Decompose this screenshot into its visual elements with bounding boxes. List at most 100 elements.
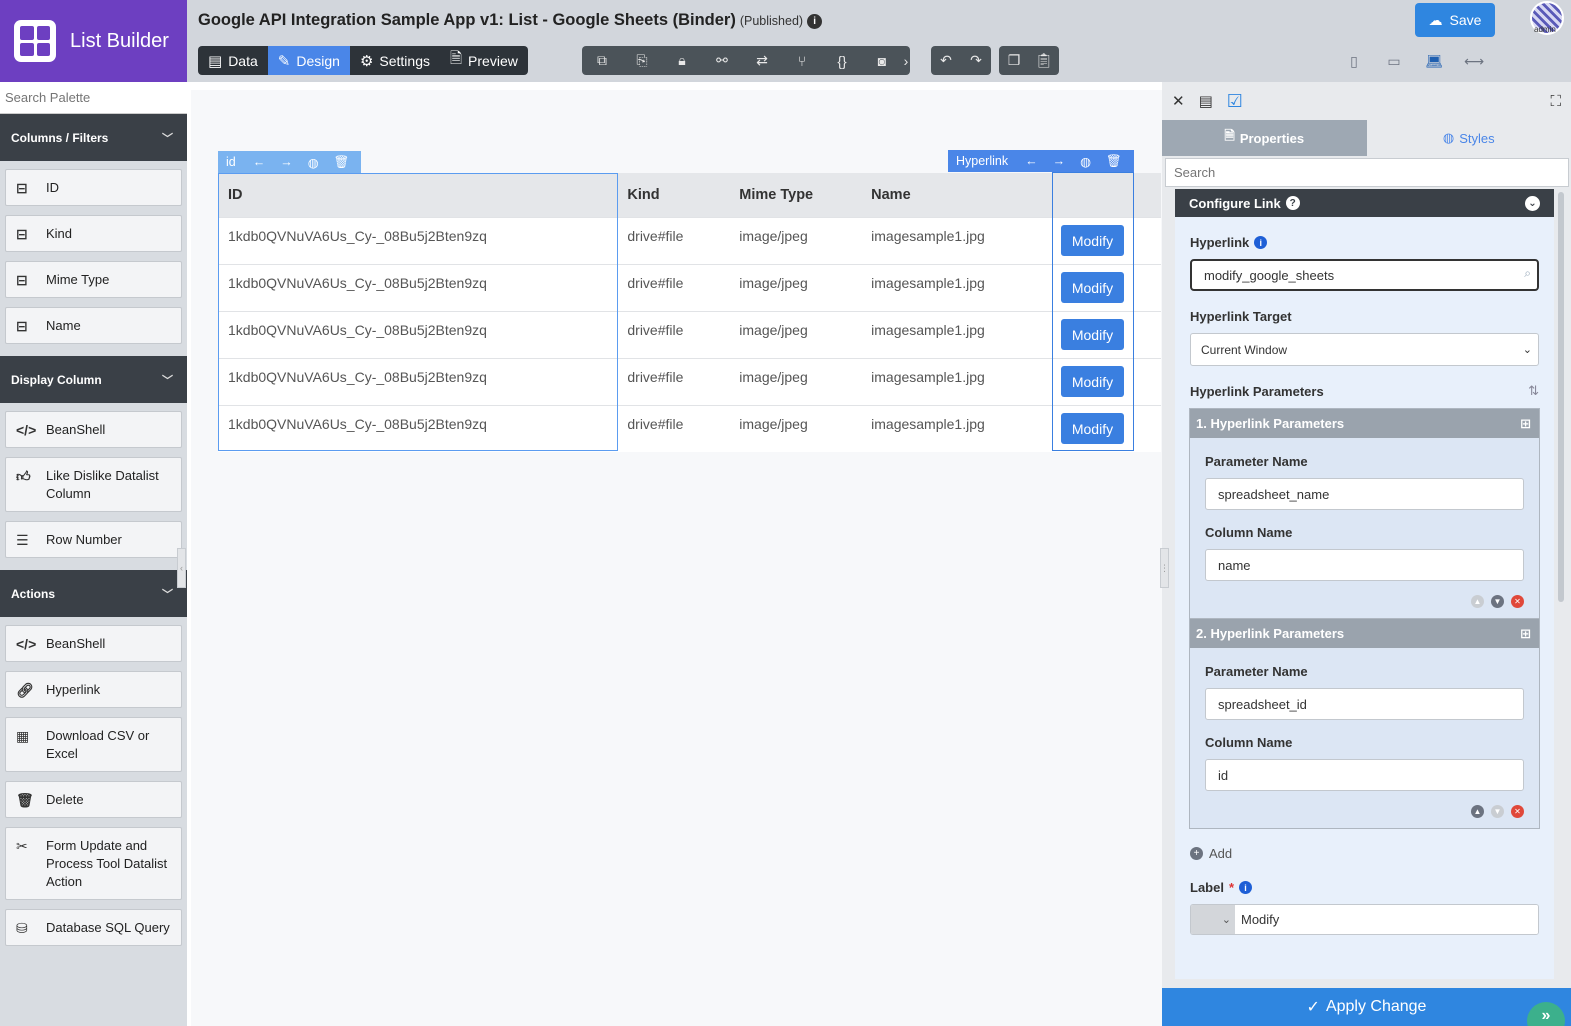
arrow-right-icon[interactable]: → bbox=[280, 155, 293, 169]
remove-icon[interactable]: ✕ bbox=[1511, 805, 1524, 818]
tab-data[interactable]: ▤ Data bbox=[198, 46, 268, 75]
section-display-column[interactable]: Display Column ﹀ bbox=[0, 356, 187, 403]
move-up-icon[interactable]: ▲ bbox=[1471, 805, 1484, 818]
close-icon[interactable]: ✕ bbox=[1172, 92, 1185, 110]
modify-button[interactable]: Modify bbox=[1060, 272, 1124, 303]
palette-icon[interactable]: ◍ bbox=[308, 155, 319, 170]
form-view-icon[interactable]: ▤ bbox=[1199, 92, 1213, 110]
info-icon[interactable]: i bbox=[807, 14, 823, 29]
undo-icon[interactable]: ↶ bbox=[931, 46, 961, 75]
parameter-name-input[interactable] bbox=[1205, 688, 1524, 720]
collapse-icon[interactable]: ⌄ bbox=[1525, 195, 1540, 211]
add-parameter-button[interactable]: + Add bbox=[1190, 846, 1539, 861]
scrollbar[interactable] bbox=[1558, 192, 1564, 602]
palette-item-hyperlink[interactable]: 🔗︎ Hyperlink bbox=[5, 671, 182, 708]
tablet-view-icon[interactable]: ▭ bbox=[1380, 50, 1408, 72]
section-actions[interactable]: Actions ﹀ bbox=[0, 570, 187, 617]
palette-item-name[interactable]: ⊟ Name bbox=[5, 307, 182, 344]
add-row-icon[interactable]: ⊞ bbox=[1520, 416, 1531, 432]
tab-preview[interactable]: 🗎 Preview bbox=[440, 46, 528, 75]
json-export-icon[interactable]: ⎘ bbox=[622, 46, 662, 75]
fullscreen-icon[interactable]: ⛶ bbox=[1550, 93, 1561, 110]
clipboard-toolbar: ❐ 📋︎ bbox=[999, 46, 1059, 75]
braces-icon[interactable]: {} bbox=[822, 46, 862, 75]
phone-view-icon[interactable]: ▯ bbox=[1340, 50, 1368, 72]
camera-icon[interactable]: ◙ bbox=[862, 46, 902, 75]
palette-item-row-number[interactable]: ☰ Row Number bbox=[5, 521, 182, 558]
search-icon[interactable]: ⌕ bbox=[1524, 266, 1531, 281]
full-width-view-icon[interactable]: ⟷ bbox=[1460, 50, 1488, 72]
column-header-kind[interactable]: Kind bbox=[617, 173, 730, 217]
arrow-left-icon[interactable]: ← bbox=[253, 155, 266, 169]
copy-icon[interactable]: ❐ bbox=[999, 46, 1029, 75]
language-dropdown[interactable]: ⌄ bbox=[1191, 905, 1235, 934]
palette-item-download-csv[interactable]: ▦ Download CSV or Excel bbox=[5, 717, 182, 772]
palette-item-delete[interactable]: 🗑︎ Delete bbox=[5, 781, 182, 818]
label-input[interactable] bbox=[1235, 905, 1538, 934]
sort-icon[interactable]: ⇅ bbox=[1528, 383, 1539, 399]
apply-change-button[interactable]: ✓ Apply Change bbox=[1162, 988, 1571, 1026]
palette-item-id[interactable]: ⊟ ID bbox=[5, 169, 182, 206]
trash-icon[interactable]: 🗑︎ bbox=[334, 155, 350, 170]
table-row: 1kdb0QVNuVA6Us_Cy-_08Bu5j2Bten9zq drive#… bbox=[218, 216, 1161, 264]
column-name-input[interactable] bbox=[1205, 759, 1524, 791]
avatar[interactable]: admin bbox=[1530, 1, 1564, 35]
tab-properties[interactable]: 🗎︎ Properties bbox=[1162, 120, 1367, 156]
palette-item-kind[interactable]: ⊟ Kind bbox=[5, 215, 182, 252]
configure-link-header[interactable]: Configure Link? ⌄ bbox=[1175, 189, 1554, 217]
tab-design[interactable]: ✎ Design bbox=[267, 46, 350, 75]
cell-mime-type: image/jpeg bbox=[729, 357, 862, 405]
parameter-name-input[interactable] bbox=[1205, 478, 1524, 510]
binoculars-icon[interactable]: ⚯ bbox=[702, 46, 742, 75]
column-header-name[interactable]: Name bbox=[861, 173, 1051, 217]
panel-splitter[interactable]: ⋮ bbox=[1160, 548, 1169, 588]
column-name-input[interactable] bbox=[1205, 549, 1524, 581]
scroll-right-icon[interactable]: › bbox=[902, 46, 910, 75]
add-row-icon[interactable]: ⊞ bbox=[1520, 626, 1531, 642]
redo-icon[interactable]: ↷ bbox=[961, 46, 991, 75]
properties-search-input[interactable] bbox=[1165, 158, 1569, 187]
column-header-id[interactable]: ID bbox=[218, 173, 618, 217]
actions-list: </> BeanShell 🔗︎ Hyperlink ▦ Download CSV o… bbox=[0, 617, 187, 958]
remove-icon[interactable]: ✕ bbox=[1511, 595, 1524, 608]
modify-button[interactable]: Modify bbox=[1060, 366, 1124, 397]
save-button[interactable]: ☁ Save bbox=[1415, 3, 1495, 37]
hyperlink-target-select[interactable]: Current Window ⌄ bbox=[1190, 333, 1539, 366]
palette-icon[interactable]: ◍ bbox=[1080, 154, 1091, 169]
trash-icon[interactable]: 🗑︎ bbox=[1106, 154, 1122, 169]
palette-item-beanshell-column[interactable]: </> BeanShell bbox=[5, 411, 182, 448]
palette-item-mime-type[interactable]: ⊟ Mime Type bbox=[5, 261, 182, 298]
paste-icon[interactable]: 📋︎ bbox=[1029, 46, 1059, 75]
palette-splitter[interactable]: ‹ bbox=[177, 548, 186, 588]
modify-button[interactable]: Modify bbox=[1060, 319, 1124, 350]
translate-icon[interactable]: ⇄ bbox=[742, 46, 782, 75]
section-columns-filters[interactable]: Columns / Filters ﹀ bbox=[0, 114, 187, 161]
info-icon[interactable]: i bbox=[1239, 881, 1253, 894]
modify-button[interactable]: Modify bbox=[1060, 413, 1124, 445]
move-up-icon[interactable]: ▲ bbox=[1471, 595, 1484, 608]
palette-item-like-dislike[interactable]: 👍︎ Like Dislike Datalist Column bbox=[5, 457, 182, 512]
branch-icon[interactable]: ⑂ bbox=[782, 46, 822, 75]
tree-view-icon[interactable]: ⧉ bbox=[582, 46, 622, 75]
checkbox-icon[interactable]: ☑ bbox=[1227, 91, 1243, 112]
modify-button[interactable]: Modify bbox=[1060, 225, 1124, 256]
help-icon[interactable]: ? bbox=[1285, 196, 1300, 210]
palette-item-database-sql[interactable]: ⛁ Database SQL Query bbox=[5, 909, 182, 946]
trash-icon: 🗑︎ bbox=[16, 792, 34, 808]
column-header-mime-type[interactable]: Mime Type bbox=[729, 173, 862, 217]
palette-item-form-update[interactable]: ✂ Form Update and Process Tool Datalist A… bbox=[5, 827, 182, 900]
column-name-label: Column Name bbox=[1205, 525, 1293, 540]
column-name-label: Column Name bbox=[1205, 735, 1293, 750]
palette-search-input[interactable] bbox=[0, 82, 187, 114]
palette-item-beanshell-action[interactable]: </> BeanShell bbox=[5, 625, 182, 662]
laptop-view-icon[interactable]: 💻︎ bbox=[1420, 50, 1448, 72]
hyperlink-input[interactable] bbox=[1190, 259, 1539, 291]
tab-settings[interactable]: ⚙ Settings bbox=[350, 46, 440, 75]
info-icon[interactable]: i bbox=[1254, 236, 1268, 249]
arrow-left-icon[interactable]: ← bbox=[1025, 154, 1038, 168]
arrow-right-icon[interactable]: → bbox=[1053, 154, 1066, 168]
lock-icon[interactable]: 🔒︎ bbox=[662, 46, 702, 75]
tab-styles[interactable]: ◍ Styles bbox=[1367, 120, 1571, 156]
move-down-icon[interactable]: ▼ bbox=[1491, 805, 1504, 818]
move-down-icon[interactable]: ▼ bbox=[1491, 595, 1504, 608]
